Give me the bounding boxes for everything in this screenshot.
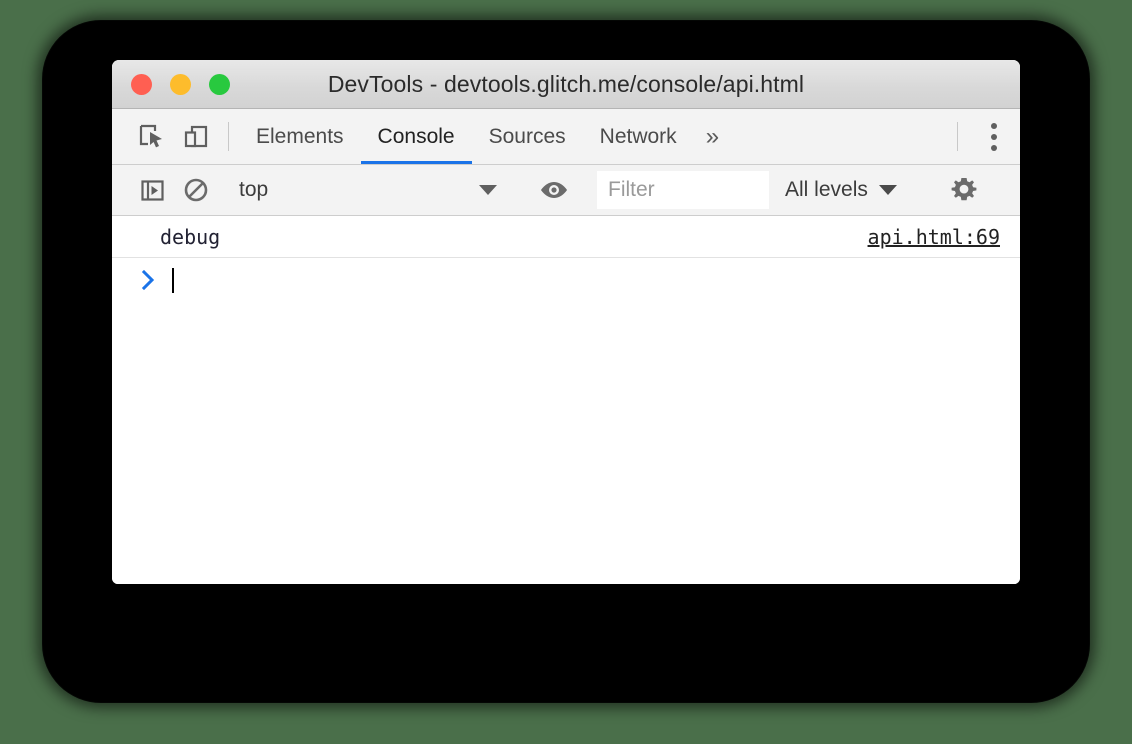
settings-gear-icon [951, 178, 977, 201]
devtools-window: DevTools - devtools.glitch.me/console/ap… [112, 60, 1020, 584]
log-level-select[interactable]: All levels [769, 178, 913, 202]
tab-sources-label: Sources [488, 124, 566, 148]
tab-elements[interactable]: Elements [239, 109, 361, 164]
live-expression-button[interactable] [532, 177, 576, 203]
tabbar-divider-2 [957, 122, 958, 151]
main-menu-button[interactable] [968, 109, 1020, 164]
tab-elements-label: Elements [256, 124, 344, 148]
console-message-row[interactable]: debug api.html:69 [112, 216, 1020, 258]
tab-sources[interactable]: Sources [472, 109, 583, 164]
console-sidebar-button[interactable] [130, 178, 174, 203]
window-title: DevTools - devtools.glitch.me/console/ap… [327, 70, 805, 97]
prompt-chevron-icon [138, 269, 160, 291]
title-bar: DevTools - devtools.glitch.me/console/ap… [112, 60, 1020, 109]
tab-bar: Elements Console Sources Network » [112, 109, 1020, 165]
more-tabs-icon: » [705, 122, 720, 150]
clear-console-icon [184, 178, 208, 202]
chevron-down-icon [878, 185, 897, 195]
settings-button[interactable] [934, 176, 994, 204]
clear-console-button[interactable] [174, 177, 218, 203]
tab-network-label: Network [599, 124, 677, 148]
console-sidebar-icon [140, 179, 164, 201]
console-prompt-row[interactable] [112, 258, 1020, 302]
console-messages-area: debug api.html:69 [112, 216, 1020, 584]
tab-console[interactable]: Console [360, 109, 472, 164]
kebab-dot-2 [991, 133, 997, 140]
kebab-dot-3 [991, 144, 997, 151]
inspect-element-icon [139, 124, 162, 147]
tab-console-label: Console [377, 124, 455, 148]
execution-context-select[interactable]: top [239, 165, 511, 215]
device-toolbar-icon [184, 125, 208, 147]
tabbar-divider-1 [228, 122, 229, 151]
inspect-element-button[interactable] [130, 109, 174, 164]
filter-input[interactable]: Filter [597, 171, 769, 209]
live-expression-eye-icon [541, 182, 567, 198]
console-message-text: debug [160, 224, 221, 249]
chevron-down-icon [479, 185, 497, 195]
log-level-label: All levels [785, 178, 868, 201]
console-prompt-input[interactable] [172, 267, 174, 293]
device-toolbar-button[interactable] [174, 109, 218, 164]
tabbar-right-group [947, 109, 1020, 164]
console-toolbar: top Filter All levels [112, 165, 1020, 216]
console-message-source-link[interactable]: api.html:69 [868, 225, 1000, 249]
execution-context-label: top [239, 178, 269, 201]
more-tabs-button[interactable]: » [694, 109, 731, 164]
filter-placeholder: Filter [608, 178, 655, 201]
tab-network[interactable]: Network [583, 109, 694, 164]
kebab-menu-icon [991, 122, 997, 129]
